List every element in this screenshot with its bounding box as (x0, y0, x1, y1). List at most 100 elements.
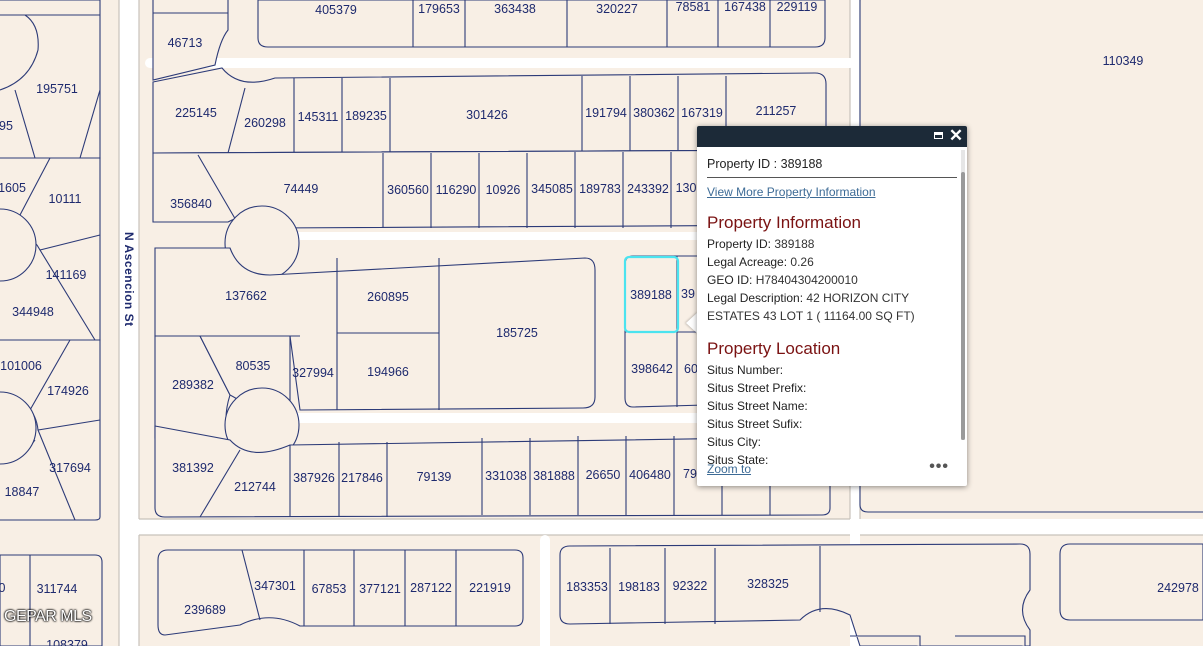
parcel-label: 347301 (254, 579, 296, 593)
parcel-map[interactable]: N Ascencion St 405379 179653 363438 320227 7… (0, 0, 1203, 646)
parcel-label: 185725 (496, 326, 538, 340)
parcel-label: 406480 (629, 468, 671, 482)
parcel-label: 377121 (359, 582, 401, 596)
parcel-label: 116290 (436, 183, 477, 197)
field-label: Situs Street Name: (707, 399, 808, 413)
parcel-label: 405379 (315, 3, 357, 17)
parcel-label: 327994 (292, 366, 334, 380)
field-row-geo-id: GEO ID: H78404304200010 (707, 271, 957, 289)
parcel-label: 110349 (1103, 54, 1144, 68)
property-popup: ✕ Property ID : 389188 View More Propert… (697, 126, 967, 486)
property-location-heading: Property Location (707, 339, 841, 358)
zoom-to-link[interactable]: Zoom to (707, 462, 751, 476)
field-label: Property ID: (707, 237, 772, 251)
parcel-label: 78581 (676, 0, 711, 14)
parcel-label: 79 (683, 467, 697, 481)
field-value: H78404304200010 (755, 273, 858, 287)
parcel-label: 10926 (486, 183, 521, 197)
popup-footer: Zoom to ••• (707, 458, 957, 480)
parcel-label: 189783 (579, 182, 621, 196)
parcel-label: 345085 (531, 182, 573, 196)
field-row-situs-number: Situs Number: (707, 361, 957, 379)
parcel-label: 317694 (49, 461, 91, 475)
maximize-icon[interactable] (931, 128, 947, 144)
parcel-label: 217846 (341, 471, 383, 485)
parcel-label: 18847 (5, 485, 40, 499)
field-label: GEO ID: (707, 273, 753, 287)
parcel-label: 289382 (172, 378, 214, 392)
parcel-label: 79139 (417, 470, 452, 484)
field-row-situs-street-prefix: Situs Street Prefix: (707, 379, 957, 397)
parcel-label: 363438 (494, 2, 536, 16)
parcel-label: 229119 (777, 0, 818, 14)
popup-header: ✕ (697, 126, 967, 147)
parcel-label: 191794 (585, 106, 627, 120)
parcel-label: 360560 (387, 183, 429, 197)
info-fields: Property ID: 389188 Legal Acreage: 0.26 … (707, 235, 957, 325)
parcel-label: 167438 (724, 0, 766, 14)
parcel-label: 39 (681, 287, 695, 301)
parcel-label: 46713 (168, 36, 203, 50)
parcel-label: 356840 (170, 197, 212, 211)
field-value: 0.26 (790, 255, 814, 269)
parcel-label: 174926 (47, 384, 89, 398)
parcel-label: 194966 (367, 365, 409, 379)
field-row-situs-city: Situs City: (707, 433, 957, 451)
parcel-label: 95 (0, 119, 13, 133)
field-label: Legal Description: (707, 291, 804, 305)
mls-watermark: GEPAR MLS (4, 608, 92, 625)
field-row-situs-street-name: Situs Street Name: (707, 397, 957, 415)
parcel-label: 242978 (1157, 581, 1199, 595)
parcel-label: 344948 (12, 305, 54, 319)
field-label: Situs Number: (707, 363, 784, 377)
parcel-label: 243392 (627, 182, 669, 196)
parcel-label: 74449 (284, 182, 319, 196)
parcel-label: 141169 (46, 268, 87, 282)
parcel-label: 239689 (184, 603, 226, 617)
field-row-property-id: Property ID: 389188 (707, 235, 957, 253)
parcel-label: 212744 (234, 480, 276, 494)
parcel-outlines (0, 0, 1203, 646)
parcel-label: 101006 (0, 359, 42, 373)
popup-body[interactable]: Property ID : 389188 View More Property … (707, 154, 957, 466)
parcel-label: 260298 (244, 116, 286, 130)
parcel-label: 331038 (485, 469, 527, 483)
parcel-label: 311744 (37, 582, 78, 596)
parcel-label: 225145 (175, 106, 217, 120)
parcel-label: 0 (0, 581, 6, 595)
parcel-label: 381888 (533, 469, 575, 483)
parcel-label: 398642 (631, 362, 673, 376)
parcel-label: 137662 (225, 289, 267, 303)
street-label: N Ascencion St (122, 232, 136, 327)
parcel-label: 320227 (596, 2, 638, 16)
parcel-label: 301426 (466, 108, 508, 122)
parcel-label: 211257 (756, 104, 797, 118)
more-menu-icon[interactable]: ••• (929, 458, 949, 476)
parcel-label: 221919 (469, 581, 511, 595)
popup-title: Property ID : 389188 (707, 157, 957, 178)
parcel-label: 10111 (49, 192, 82, 206)
location-fields: Situs Number: Situs Street Prefix: Situs… (707, 361, 957, 466)
parcel-label: 287122 (410, 581, 452, 595)
field-row-legal-description: Legal Description: 42 HORIZON CITY ESTAT… (707, 289, 957, 325)
popup-scrollbar[interactable] (961, 150, 965, 440)
parcel-label: 67853 (312, 582, 347, 596)
field-row-situs-street-sufix: Situs Street Sufix: (707, 415, 957, 433)
field-row-legal-acreage: Legal Acreage: 0.26 (707, 253, 957, 271)
parcel-label: 387926 (293, 471, 335, 485)
parcel-label: 26650 (586, 468, 621, 482)
field-label: Situs Street Sufix: (707, 417, 803, 431)
view-more-link[interactable]: View More Property Information (707, 185, 957, 199)
field-value: 389188 (774, 237, 815, 251)
field-label: Legal Acreage: (707, 255, 788, 269)
parcel-label: 1605 (0, 181, 26, 195)
scrollbar-thumb[interactable] (961, 172, 965, 440)
close-icon[interactable]: ✕ (948, 127, 964, 144)
parcel-label: 80535 (236, 359, 271, 373)
parcel-label: 145311 (298, 110, 339, 124)
parcel-label: 130 (676, 181, 697, 195)
parcel-label: 381392 (172, 461, 214, 475)
parcel-label: 328325 (747, 577, 789, 591)
selected-parcel-label: 389188 (630, 288, 672, 302)
property-information-heading: Property Information (707, 213, 862, 232)
